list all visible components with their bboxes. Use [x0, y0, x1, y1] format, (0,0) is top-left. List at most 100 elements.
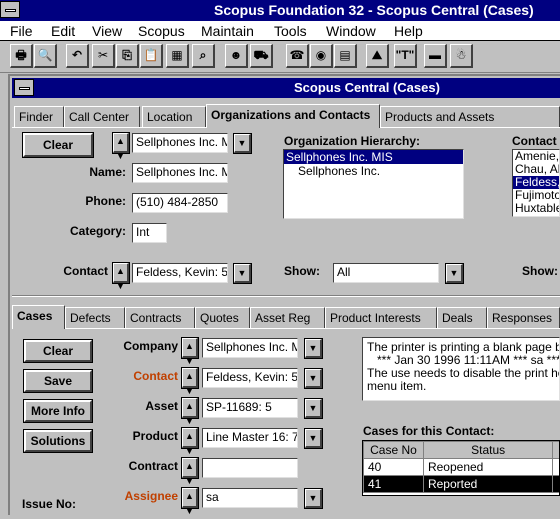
show-label-right: Show:	[522, 264, 560, 278]
table-row[interactable]: 41 Reported	[364, 476, 560, 493]
assignee-field[interactable]: sa	[202, 488, 298, 508]
tab-quotes[interactable]: Quotes	[195, 307, 250, 328]
case-contact-dropdown-icon[interactable]: ▼	[305, 369, 322, 388]
company-field[interactable]: Sellphones Inc. MI	[202, 338, 298, 358]
column-header-status[interactable]: Status	[423, 442, 552, 459]
menu-tools[interactable]: Tools	[274, 21, 307, 41]
contact-dropdown-icon[interactable]: ▼	[234, 264, 251, 283]
product-spin-button[interactable]: ▲▼	[182, 428, 198, 448]
status-cell: Reopened	[423, 459, 552, 476]
child-system-menu-icon[interactable]	[14, 79, 34, 96]
tab-deals[interactable]: Deals	[437, 307, 487, 328]
org-hierarchy-label: Organization Hierarchy:	[284, 134, 444, 148]
phone-label: Phone:	[70, 194, 126, 208]
cases-clear-button[interactable]: Clear	[24, 340, 92, 362]
contacts-list[interactable]: Amenie, Chau, Al Feldess, Fujimoto, Huxt…	[512, 149, 560, 217]
asset-dropdown-icon[interactable]: ▼	[305, 399, 322, 418]
cut-icon[interactable]: ✂	[92, 44, 115, 68]
product-dropdown-icon[interactable]: ▼	[305, 429, 322, 448]
product-field[interactable]: Line Master 16: 7	[202, 428, 298, 448]
menu-maintain[interactable]: Maintain	[201, 21, 254, 41]
company-dropdown-icon[interactable]: ▼	[305, 339, 322, 358]
case-contact-spin-button[interactable]: ▲▼	[182, 368, 198, 388]
phone-field[interactable]: (510) 484-2850	[132, 193, 228, 213]
contact-spin-button[interactable]: ▲▼	[113, 263, 129, 283]
menu-help[interactable]: Help	[394, 21, 423, 41]
globe-icon[interactable]: ◉	[310, 44, 333, 68]
show-field[interactable]: All	[333, 263, 439, 283]
map-icon[interactable]: ⛰	[366, 44, 389, 68]
contract-field[interactable]	[202, 458, 298, 478]
hierarchy-item[interactable]: Sellphones Inc. MIS	[284, 150, 463, 164]
menu-file[interactable]: File	[10, 21, 33, 41]
contacts-label: Contact	[512, 134, 560, 148]
assignee-spin-button[interactable]: ▲▼	[182, 488, 198, 508]
menu-edit[interactable]: Edit	[51, 21, 75, 41]
more-info-button[interactable]: More Info	[24, 400, 92, 422]
cases-grid[interactable]: Case No Status 40 Reopened 41 Reported	[362, 440, 560, 496]
hierarchy-item[interactable]: Sellphones Inc.	[284, 164, 463, 178]
calendar-icon[interactable]: ▦	[166, 44, 189, 68]
menu-scopus[interactable]: Scopus	[138, 21, 185, 41]
case-no-cell: 40	[364, 459, 424, 476]
bottom-tab-line	[12, 328, 560, 329]
vehicle-icon[interactable]: ⛟	[250, 44, 273, 68]
org-clear-button[interactable]: Clear	[23, 133, 93, 157]
tab-responses[interactable]: Responses	[487, 307, 560, 328]
case-contact-field[interactable]: Feldess, Kevin: 55	[202, 368, 298, 388]
column-header-case-no[interactable]: Case No	[364, 442, 424, 459]
tab-finder[interactable]: Finder	[14, 106, 64, 127]
tab-product-interests[interactable]: Product Interests	[325, 307, 437, 328]
contact-item[interactable]: Huxtable	[513, 202, 559, 215]
tab-call-center[interactable]: Call Center	[64, 106, 140, 127]
contact-field[interactable]: Feldess, Kevin: 55	[132, 263, 228, 283]
print-preview-icon[interactable]: 🔍	[34, 44, 57, 68]
copy-icon[interactable]: ⎘	[116, 44, 139, 68]
system-menu-icon[interactable]	[0, 1, 20, 18]
tab-contracts[interactable]: Contracts	[125, 307, 195, 328]
contact-label: Contact	[48, 264, 108, 278]
print-icon[interactable]: 🖶	[10, 44, 33, 68]
assignee-label: Assignee	[110, 489, 178, 503]
contract-spin-button[interactable]: ▲▼	[182, 458, 198, 478]
menu-window[interactable]: Window	[326, 21, 376, 41]
run-icon[interactable]: ☃	[450, 44, 473, 68]
tab-asset-reg[interactable]: Asset Reg	[250, 307, 325, 328]
tab-cases[interactable]: Cases	[12, 305, 65, 329]
contract-label: Contract	[110, 459, 178, 473]
tab-organizations-and-contacts[interactable]: Organizations and Contacts	[206, 104, 380, 128]
phone-icon[interactable]: ☎	[286, 44, 309, 68]
tools-icon[interactable]: ▬	[424, 44, 447, 68]
company-spin-button[interactable]: ▲▼	[182, 338, 198, 358]
category-field[interactable]: Int	[132, 223, 167, 243]
notepad-icon[interactable]: ▤	[334, 44, 357, 68]
org-hierarchy-list[interactable]: Sellphones Inc. MIS Sellphones Inc.	[283, 149, 464, 219]
cases-save-button[interactable]: Save	[24, 370, 92, 392]
organization-dropdown-icon[interactable]: ▼	[234, 134, 251, 153]
toolbar: 🖶 🔍 ↶ ✂ ⎘ 📋 ▦ ⌕ ☻ ⛟ ☎ ◉ ▤ ⛰ "T" ▬ ☃	[0, 41, 560, 73]
menu-view[interactable]: View	[92, 21, 122, 41]
assignee-dropdown-icon[interactable]: ▼	[305, 489, 322, 508]
solutions-button[interactable]: Solutions	[24, 430, 92, 452]
asset-spin-button[interactable]: ▲▼	[182, 398, 198, 418]
tab-products-and-assets[interactable]: Products and Assets	[380, 106, 560, 127]
asset-field[interactable]: SP-11689: 5	[202, 398, 298, 418]
binoculars-icon[interactable]: ⌕	[192, 44, 215, 68]
undo-icon[interactable]: ↶	[66, 44, 89, 68]
panel-divider	[12, 295, 560, 297]
paste-icon[interactable]: 📋	[140, 44, 163, 68]
organization-field[interactable]: Sellphones Inc. MI	[132, 133, 228, 153]
tab-location[interactable]: Location	[142, 106, 206, 127]
table-row[interactable]: 40 Reopened	[364, 459, 560, 476]
org-spin-button[interactable]: ▲▼	[113, 133, 129, 153]
show-dropdown-icon[interactable]: ▼	[446, 264, 463, 283]
menu-bar: File Edit View Scopus Maintain Tools Win…	[0, 21, 560, 41]
tab-defects[interactable]: Defects	[65, 307, 125, 328]
extra-cell	[553, 476, 560, 493]
child-title: Scopus Central (Cases)	[294, 78, 440, 98]
name-field[interactable]: Sellphones Inc. MI	[132, 163, 228, 183]
case-notes-box[interactable]: The printer is printing a blank page bef…	[362, 337, 560, 401]
user-icon[interactable]: ☻	[225, 44, 248, 68]
help-quote-icon[interactable]: "T"	[394, 44, 417, 68]
name-label: Name:	[70, 165, 126, 179]
